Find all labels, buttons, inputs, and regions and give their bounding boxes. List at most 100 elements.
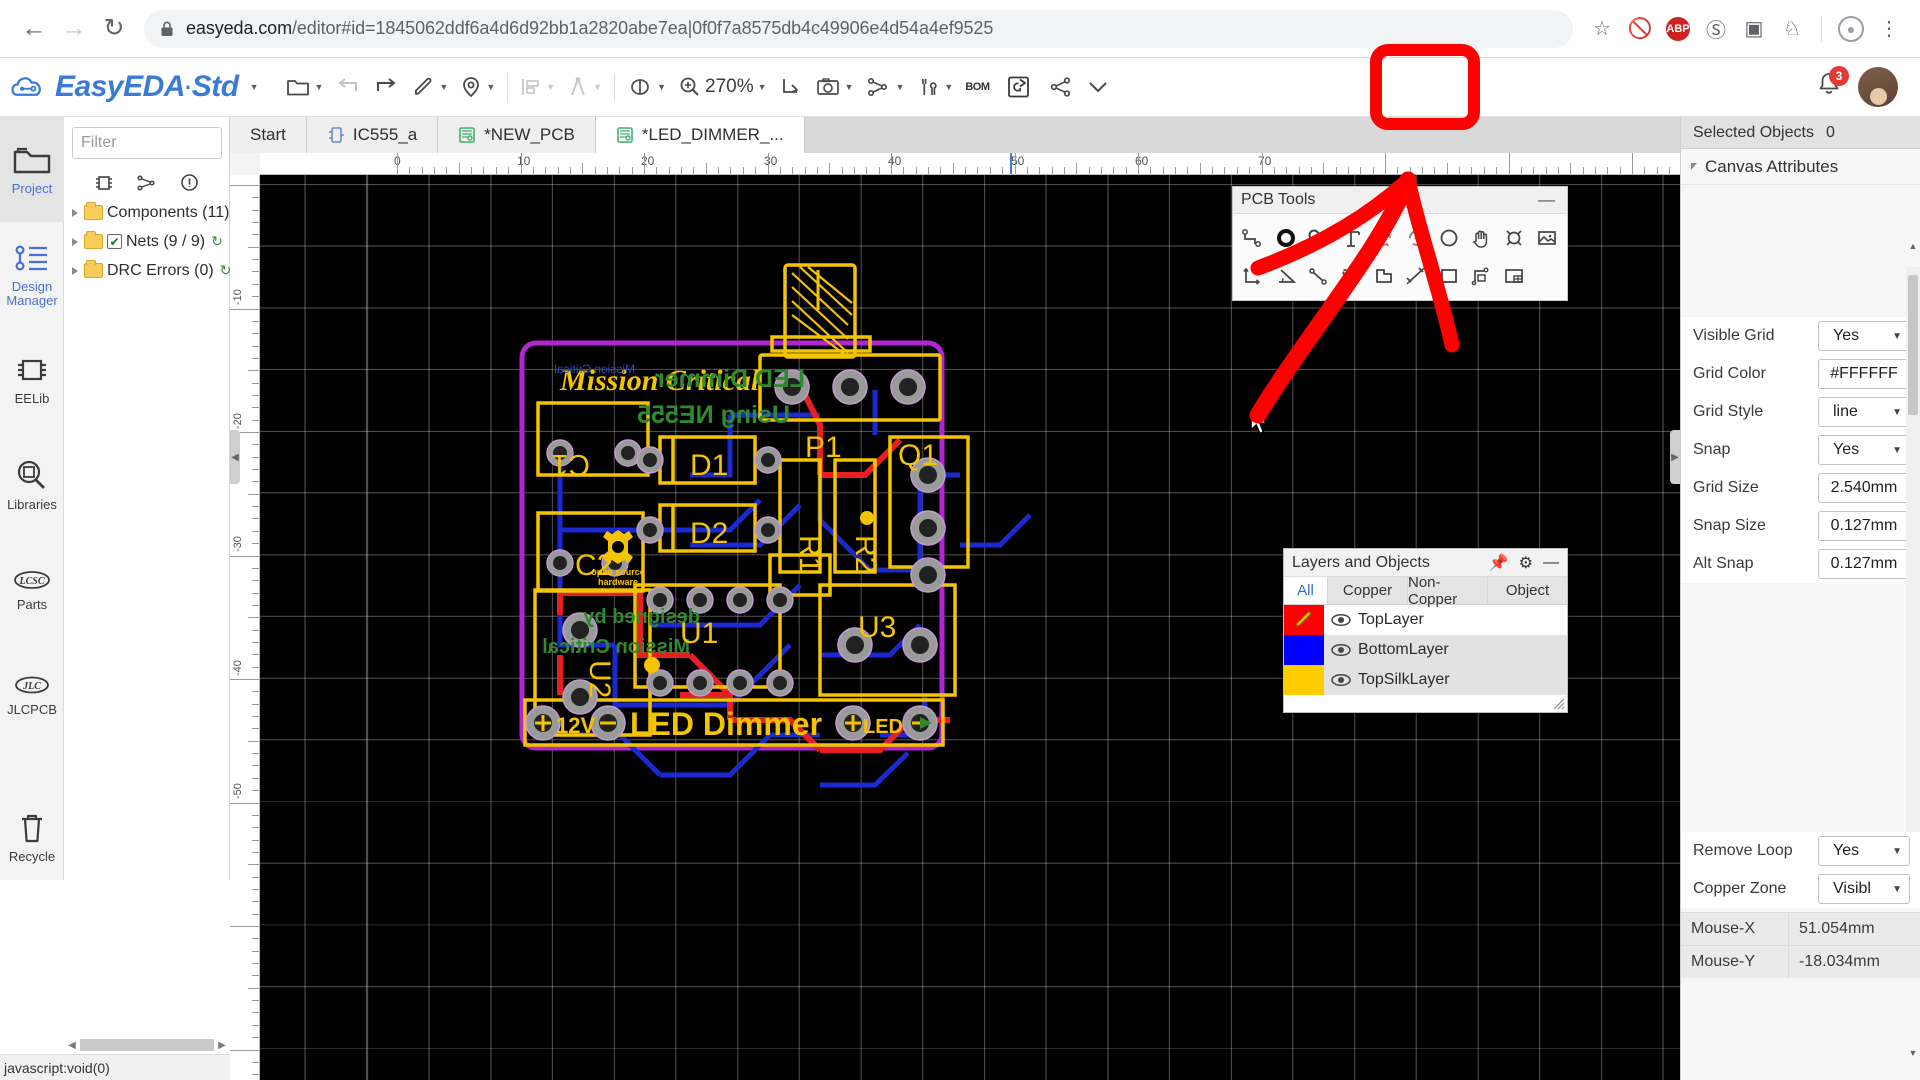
ghostery-extension-icon[interactable]: ♘ (1775, 12, 1809, 46)
profile-avatar[interactable]: ● (1834, 12, 1868, 46)
measure-icon[interactable] (1400, 258, 1433, 294)
collapse-triangle-icon[interactable] (1691, 163, 1697, 170)
property-row-snap-size[interactable]: Snap Size 0.127mm (1681, 507, 1920, 545)
file-menu-button[interactable]: ▼ (280, 65, 329, 109)
scroll-right-arrow-icon[interactable]: ▶ (214, 1040, 230, 1051)
layer-row-toplayer[interactable]: TopLayer (1284, 605, 1567, 635)
sidebar-item-jlcpcb[interactable]: JLC JLCPCB (0, 642, 64, 747)
tab-copper[interactable]: Copper (1328, 577, 1408, 604)
nets-checkbox[interactable]: ✔ (107, 234, 122, 249)
eye-icon[interactable] (1324, 613, 1358, 627)
arc-cw-icon[interactable] (1400, 220, 1433, 256)
scroll-left-arrow-icon[interactable]: ◀ (64, 1040, 80, 1051)
place-tool-button[interactable]: ▼ (454, 65, 501, 109)
rect-icon[interactable] (1433, 258, 1466, 294)
scroll-thumb[interactable] (80, 1039, 214, 1051)
tab-led-dimmer[interactable]: *LED_DIMMER_... (595, 117, 805, 153)
text-icon[interactable] (1335, 220, 1368, 256)
warning-circle-icon[interactable] (180, 173, 199, 192)
image-icon[interactable] (1530, 220, 1563, 256)
tab-new-pcb[interactable]: *NEW_PCB (438, 117, 596, 153)
sidebar-item-design-manager[interactable]: Design Manager (0, 222, 64, 327)
hole-icon[interactable] (1498, 220, 1531, 256)
panelize-icon[interactable] (1465, 258, 1498, 294)
minimize-icon[interactable]: — (1543, 554, 1559, 572)
layer-color-swatch[interactable] (1284, 635, 1324, 665)
screenshot-button[interactable]: ▼ (809, 65, 860, 109)
property-row-grid-style[interactable]: Grid Style line ▼ (1681, 393, 1920, 431)
sidebar-item-eelib[interactable]: EELib (0, 327, 64, 432)
dimension-icon[interactable] (1237, 258, 1270, 294)
draw-tool-button[interactable]: ▼ (405, 65, 454, 109)
shield-extension-icon[interactable]: Ⓢ (1699, 12, 1733, 46)
tab-ic555-a[interactable]: IC555_a (306, 117, 439, 153)
property-row-grid-size[interactable]: Grid Size 2.540mm (1681, 469, 1920, 507)
bom-button[interactable]: BOM (959, 65, 995, 109)
undo-button[interactable] (329, 65, 367, 109)
notifications-button[interactable]: 3 (1816, 65, 1849, 104)
property-row-visible-grid[interactable]: Visible Grid Yes ▼ (1681, 317, 1920, 355)
reload-icon[interactable]: ↻ (94, 9, 134, 49)
pad-icon[interactable] (1302, 220, 1335, 256)
measure-tool-button[interactable]: ▼ (561, 65, 608, 109)
tab-start[interactable]: Start (230, 117, 307, 153)
refresh-icon[interactable]: ↻ (211, 233, 223, 250)
grid-color-input[interactable]: #FFFFFF (1818, 359, 1910, 389)
pcb-tools-title-bar[interactable]: PCB Tools — (1233, 187, 1567, 214)
tools-button[interactable]: ▼ (910, 65, 959, 109)
property-row-copper-zone[interactable]: Copper Zone Visibl ▼ (1681, 870, 1920, 908)
remove-loop-select[interactable]: Yes ▼ (1818, 836, 1910, 866)
tree-item-nets[interactable]: ✔ Nets (9 / 9) ↻ (64, 227, 229, 256)
kebab-menu-icon[interactable]: ⋮ (1872, 12, 1906, 46)
filter-input[interactable]: Filter (72, 127, 222, 159)
hand-icon[interactable] (1465, 220, 1498, 256)
minimize-icon[interactable]: — (1534, 190, 1559, 210)
expand-triangle-icon[interactable] (72, 237, 78, 246)
sidebar-item-recycle[interactable]: Recycle (0, 794, 64, 880)
layers-and-objects-panel[interactable]: Layers and Objects 📌 ⚙ — All Copper Non-… (1283, 548, 1568, 713)
block-icon[interactable]: 🚫 (1623, 12, 1657, 46)
layer-color-swatch[interactable] (1284, 665, 1324, 695)
route-button[interactable]: ▼ (859, 65, 910, 109)
arc-ccw-icon[interactable] (1367, 220, 1400, 256)
track-icon[interactable] (1237, 220, 1270, 256)
circle-icon[interactable] (1433, 220, 1466, 256)
sidebar-item-parts[interactable]: LCSC Parts (0, 537, 64, 642)
copper-zone-select[interactable]: Visibl ▼ (1818, 874, 1910, 904)
redo-button[interactable] (367, 65, 405, 109)
scroll-down-arrow-icon[interactable]: ▼ (1907, 1046, 1919, 1060)
tab-all[interactable]: All (1284, 577, 1328, 604)
sidebar-item-project[interactable]: Project (0, 117, 64, 222)
bookmark-star-icon[interactable]: ☆ (1585, 12, 1619, 46)
scroll-up-arrow-icon[interactable]: ▲ (1907, 239, 1919, 253)
gear-icon[interactable]: ⚙ (1519, 553, 1533, 573)
property-row-remove-loop[interactable]: Remove Loop Yes ▼ (1681, 832, 1920, 870)
generate-gerber-button[interactable] (995, 65, 1043, 109)
tree-item-components[interactable]: Components (11) ↻ (64, 198, 247, 227)
translate-extension-icon[interactable]: ▣ (1737, 12, 1771, 46)
grid-size-input[interactable]: 2.540mm (1818, 473, 1910, 503)
zoom-button[interactable]: 270% ▼ (672, 65, 773, 109)
alt-snap-input[interactable]: 0.127mm (1818, 549, 1910, 579)
grid-style-select[interactable]: line ▼ (1818, 397, 1910, 427)
align-tool-button[interactable]: ▼ (514, 65, 561, 109)
visible-grid-select[interactable]: Yes ▼ (1818, 321, 1910, 351)
brand-chevron-down-icon[interactable]: ▼ (250, 82, 259, 92)
layer-row-bottomlayer[interactable]: BottomLayer (1284, 635, 1567, 665)
pcb-tools-panel[interactable]: PCB Tools — (1232, 186, 1568, 301)
tree-item-drc-errors[interactable]: DRC Errors (0) ↻ (64, 256, 231, 285)
nets-icon[interactable] (136, 174, 158, 192)
via-icon[interactable] (1270, 220, 1303, 256)
property-row-snap[interactable]: Snap Yes ▼ (1681, 431, 1920, 469)
angle-icon[interactable] (1270, 258, 1303, 294)
layout-icon[interactable] (1498, 258, 1531, 294)
left-panel-resize-grip[interactable]: ◀ (230, 430, 240, 484)
share-button[interactable] (1043, 65, 1079, 109)
address-bar[interactable]: easyeda.com/editor#id=1845062ddf6a4d6d92… (144, 9, 1573, 48)
eye-icon[interactable] (1324, 643, 1358, 657)
resize-grip-icon[interactable] (1551, 696, 1565, 710)
layer-color-swatch[interactable] (1284, 605, 1324, 635)
tab-non-copper[interactable]: Non-Copper (1408, 574, 1488, 608)
property-row-alt-snap[interactable]: Alt Snap 0.127mm (1681, 545, 1920, 583)
expand-triangle-icon[interactable] (72, 266, 78, 275)
